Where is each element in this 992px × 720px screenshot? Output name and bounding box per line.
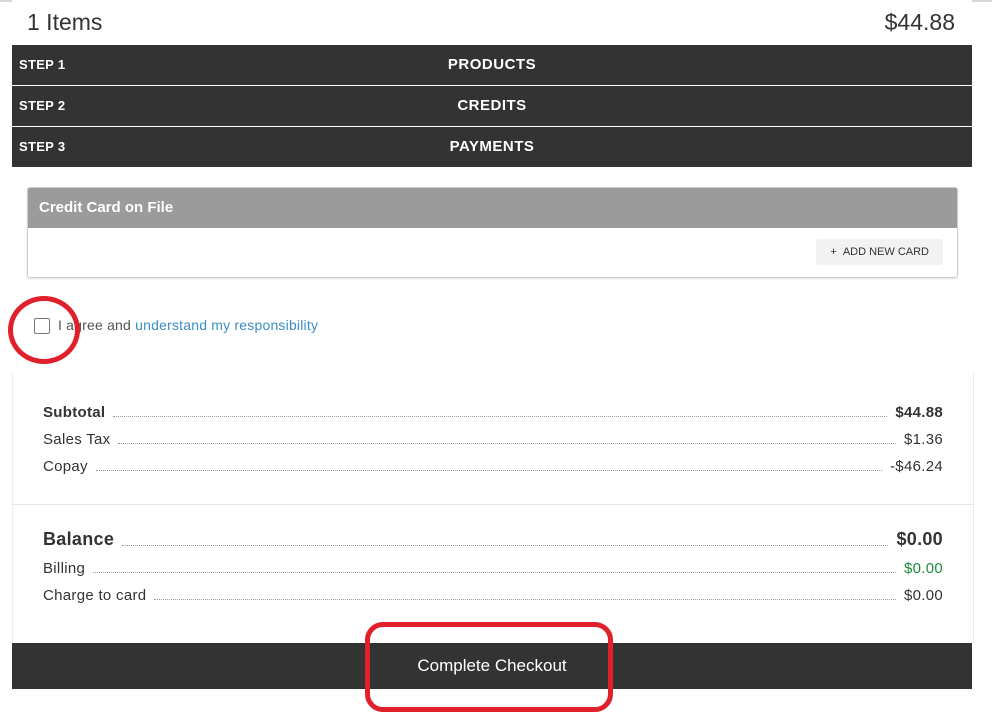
add-new-card-button[interactable]: + ADD NEW CARD	[816, 239, 943, 265]
balance-value: $0.00	[896, 529, 943, 549]
leader-dots	[122, 545, 889, 546]
step-title: PAYMENTS	[449, 138, 535, 155]
sales-tax-label: Sales Tax	[43, 431, 111, 448]
leader-dots	[154, 599, 896, 600]
billing-value: $0.00	[903, 560, 943, 577]
plus-icon: +	[830, 246, 837, 258]
add-new-card-label: ADD NEW CARD	[842, 246, 929, 258]
order-summary: Subtotal $44.88 Sales Tax $1.36 Copay -$…	[12, 373, 974, 643]
cart-item-count: 1 Items	[27, 9, 103, 35]
balance-label: Balance	[43, 529, 115, 549]
leader-dots	[93, 572, 896, 573]
cart-header: 1 Items $44.88	[12, 0, 972, 45]
step-title: CREDITS	[457, 97, 527, 114]
copay-row: Copay -$46.24	[43, 458, 943, 475]
agreement-text: I agree and understand my responsibility	[58, 317, 318, 333]
charge-to-card-row: Charge to card $0.00	[43, 587, 943, 604]
agreement-checkbox[interactable]	[34, 318, 50, 334]
billing-label: Billing	[43, 560, 86, 577]
step-title: PRODUCTS	[447, 56, 537, 73]
step-credits[interactable]: STEP 2 CREDITS	[12, 86, 972, 126]
subtotal-value: $44.88	[895, 404, 943, 421]
responsibility-link[interactable]: understand my responsibility	[135, 317, 318, 333]
leader-dots	[95, 470, 883, 471]
step-products[interactable]: STEP 1 PRODUCTS	[12, 45, 972, 85]
copay-value: -$46.24	[890, 458, 943, 475]
credit-card-panel-header: Credit Card on File	[28, 188, 957, 228]
copay-label: Copay	[43, 458, 88, 475]
summary-divider	[13, 504, 973, 505]
agreement-prefix: I agree and	[58, 317, 136, 333]
sales-tax-value: $1.36	[903, 431, 943, 448]
complete-checkout-button[interactable]: Complete Checkout	[12, 643, 972, 689]
billing-row: Billing $0.00	[43, 560, 943, 577]
credit-card-panel: Credit Card on File + ADD NEW CARD	[27, 187, 958, 278]
balance-row: Balance $0.00	[43, 529, 943, 550]
subtotal-label: Subtotal	[43, 404, 106, 421]
leader-dots	[113, 416, 888, 417]
charge-to-card-value: $0.00	[903, 587, 943, 604]
cart-total: $44.88	[884, 9, 955, 35]
subtotal-row: Subtotal $44.88	[43, 404, 943, 421]
leader-dots	[118, 443, 896, 444]
step-payments[interactable]: STEP 3 PAYMENTS	[12, 127, 972, 167]
charge-to-card-label: Charge to card	[43, 587, 147, 604]
sales-tax-row: Sales Tax $1.36	[43, 431, 943, 448]
